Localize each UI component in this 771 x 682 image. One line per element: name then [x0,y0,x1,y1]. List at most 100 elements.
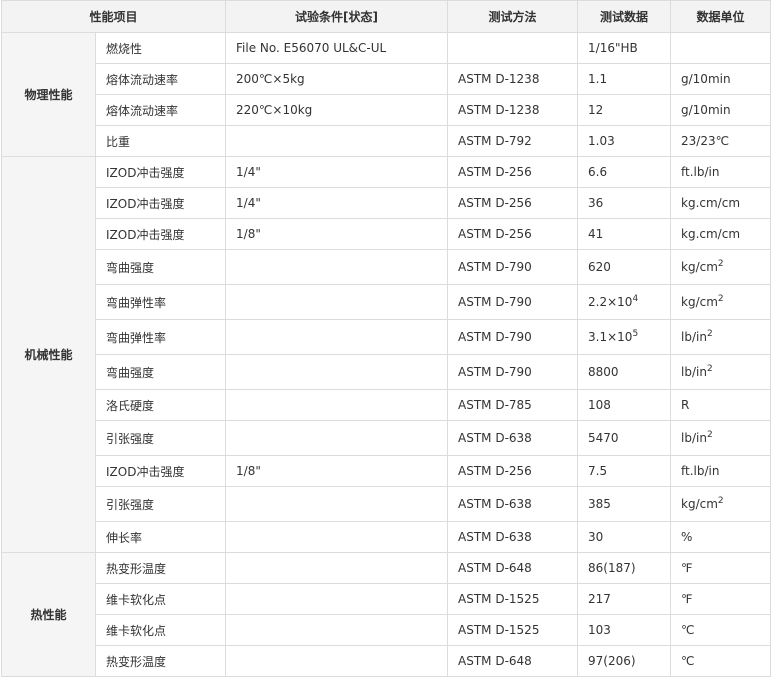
test-value: 385 [588,497,611,511]
property-name-cell: 洛氏硬度 [94,389,227,421]
test-value: 12 [588,103,604,117]
test-condition-cell [225,354,449,390]
test-condition-cell [225,249,449,285]
table-row: IZOD冲击强度 1/8" ASTM D-256 7.5 ft.lb/in [2,455,771,487]
table-row: 弯曲弹性率 ASTM D-790 3.1×105 lb/in2 [2,319,771,355]
data-unit-exponent: 2 [706,364,713,374]
test-value-cell: 5470 [577,420,672,456]
property-name: 弯曲弹性率 [106,330,167,345]
property-name: 伸长率 [106,530,143,545]
test-method: ASTM D-1238 [458,72,540,86]
test-value-exponent: 5 [632,329,639,339]
test-value: 6.6 [588,165,608,179]
property-name: 引张强度 [106,497,155,512]
data-unit-cell: ℃ [670,614,771,646]
data-unit: ℃ [681,654,695,668]
table-body: 物理性能 燃烧性 File No. E56070 UL&C-UL 1/16"HB 熔体流… [1,32,771,677]
test-method-cell: ASTM D-638 [447,420,579,456]
table-row: 洛氏硬度 ASTM D-785 108 R [2,389,771,421]
test-value-cell: 97(206) [577,645,672,677]
group-label: 热性能 [1,552,96,677]
property-name-cell: 伸长率 [94,521,227,553]
test-condition-cell [225,486,449,522]
data-unit: ft.lb/in [681,165,720,179]
test-value-cell: 1.03 [577,125,672,157]
test-value-cell: 7.5 [577,455,672,487]
table-row: 引张强度 ASTM D-638 5470 lb/in2 [2,420,771,456]
header-test-condition: 试验条件[状态] [225,0,449,33]
test-method: ASTM D-648 [458,654,532,668]
test-method: ASTM D-790 [458,295,532,309]
table-row: 弯曲弹性率 ASTM D-790 2.2×104 kg/cm2 [2,284,771,320]
property-name-cell: 熔体流动速率 [94,63,227,95]
test-condition-cell [225,521,449,553]
test-value: 1.1 [588,72,608,86]
data-unit-cell: kg/cm2 [670,284,771,320]
test-condition: 1/8" [236,464,261,478]
table-row: 机械性能 IZOD冲击强度 1/4" ASTM D-256 6.6 ft.lb/in [1,156,771,553]
test-method-cell: ASTM D-648 [447,645,579,677]
test-value: 5470 [588,431,619,445]
property-name: IZOD冲击强度 [106,464,185,479]
property-name-cell: 维卡软化点 [94,583,227,615]
test-method: ASTM D-256 [458,196,532,210]
property-name-cell: 弯曲弹性率 [94,284,227,320]
test-method-cell: ASTM D-256 [447,455,579,487]
property-name: IZOD冲击强度 [106,227,185,242]
property-name: IZOD冲击强度 [106,165,185,180]
test-condition: 1/8" [236,227,261,241]
test-value: 620 [588,260,611,274]
test-condition-cell [225,614,449,646]
test-value-cell: 36 [577,187,672,219]
data-unit-exponent: 2 [706,329,713,339]
header-data-unit: 数据单位 [670,0,771,33]
table-row: 热变形温度 ASTM D-648 97(206) ℃ [2,645,771,677]
test-value-cell: 86(187) [577,552,672,584]
property-name-cell: 引张强度 [94,486,227,522]
property-name-cell: 弯曲强度 [94,249,227,285]
table-row: 弯曲强度 ASTM D-790 8800 lb/in2 [2,354,771,390]
test-value-cell: 1/16"HB [577,32,672,64]
data-unit: lb/in [681,365,707,379]
test-condition-cell: File No. E56070 UL&C-UL [225,32,449,64]
test-method: ASTM D-790 [458,330,532,344]
test-method-cell: ASTM D-790 [447,249,579,285]
table-row: 伸长率 ASTM D-638 30% [2,521,771,553]
test-condition: 200℃×5kg [236,72,305,86]
test-condition-cell [225,645,449,677]
test-condition-cell [225,389,449,421]
table-row: 热性能 热变形温度 ASTM D-648 86(187) ℉ [1,552,771,677]
test-value-cell: 217 [577,583,672,615]
test-method-cell: ASTM D-638 [447,521,579,553]
data-unit-cell: lb/in2 [670,354,771,390]
property-name-cell: IZOD冲击强度 [94,218,227,250]
header-test-method: 测试方法 [447,0,579,33]
data-unit: g/10min [681,103,731,117]
property-name-cell: 弯曲弹性率 [94,319,227,355]
test-value: 8800 [588,365,619,379]
test-value-cell: 41 [577,218,672,250]
test-value: 1.03 [588,134,615,148]
property-table: 性能项目 试验条件[状态] 测试方法 测试数据 数据单位 物理性能 燃烧性 File… [0,0,771,677]
data-unit-exponent: 2 [717,294,724,304]
test-value-cell: 108 [577,389,672,421]
property-name: 弯曲强度 [106,260,155,275]
data-unit-cell: ft.lb/in [670,156,771,188]
data-unit: ft.lb/in [681,464,720,478]
table-header-row: 性能项目 试验条件[状态] 测试方法 测试数据 数据单位 [0,0,771,33]
test-method: ASTM D-1525 [458,623,540,637]
data-unit-cell: lb/in2 [670,420,771,456]
test-method: ASTM D-790 [458,260,532,274]
data-unit-cell: kg.cm/cm [670,187,771,219]
test-value: 3.1×10 [588,330,633,344]
header-property-item: 性能项目 [0,0,227,33]
property-name: 热变形温度 [106,654,167,669]
test-value: 41 [588,227,604,241]
test-method-cell: ASTM D-1525 [447,614,579,646]
test-method-cell: ASTM D-790 [447,354,579,390]
data-unit: kg.cm/cm [681,196,741,210]
test-method: ASTM D-648 [458,561,532,575]
property-name: 比重 [106,134,131,149]
data-unit-cell: kg/cm2 [670,486,771,522]
data-unit-exponent: 2 [706,430,713,440]
